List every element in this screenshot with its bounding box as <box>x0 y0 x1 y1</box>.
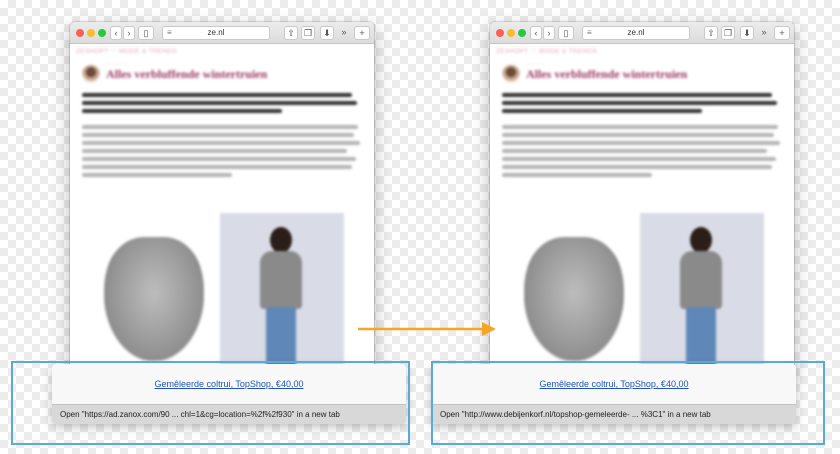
body-line <box>82 141 360 145</box>
close-window-button[interactable] <box>496 29 504 37</box>
link-hover-popup: Gemêleerde coltrui, TopShop, €40,00 Open… <box>432 364 796 424</box>
body-line <box>82 157 356 161</box>
intro-line <box>502 101 777 105</box>
back-chevron-icon[interactable]: ‹ <box>110 26 122 40</box>
body-line <box>502 141 780 145</box>
forward-chevron-icon[interactable]: › <box>543 26 555 40</box>
model-legs <box>686 307 716 372</box>
model-head <box>270 227 292 253</box>
link-hover-popup: Gemêleerde coltrui, TopShop, €40,00 Open… <box>52 364 406 424</box>
intro-line <box>502 109 702 113</box>
body-line <box>82 149 347 153</box>
post-meta: — — — — <box>106 61 126 66</box>
body-line <box>502 157 776 161</box>
overflow-icon[interactable]: » <box>758 26 770 40</box>
browser-toolbar: ‹ › ▯ ≡ ze.nl ⇧ ❐ ⬇ » + <box>490 22 794 44</box>
browser-toolbar: ‹ › ▯ ≡ ze.nl ⇧ ❐ ⬇ » + <box>70 22 374 44</box>
browser-window: ‹ › ▯ ≡ ze.nl ⇧ ❐ ⬇ » + ZESHOPT ♡ MODE &… <box>490 22 794 372</box>
reader-menu-icon[interactable]: ≡ <box>167 27 172 39</box>
body-line <box>82 133 354 137</box>
intro-line <box>82 93 352 97</box>
download-icon[interactable]: ⬇ <box>740 26 754 40</box>
close-window-button[interactable] <box>76 29 84 37</box>
sweater-product-image[interactable] <box>524 237 624 361</box>
panel-before: ‹ › ▯ ≡ ze.nl ⇧ ❐ ⬇ » + ZESHOPT ♡ MODE &… <box>0 0 410 454</box>
body-line <box>502 149 767 153</box>
back-chevron-icon[interactable]: ‹ <box>530 26 542 40</box>
status-bar: Open "https://ad.zanox.com/90 ... chl=1&… <box>52 404 406 424</box>
intro-line <box>502 93 772 97</box>
address-text: ze.nl <box>627 28 645 37</box>
body-line <box>82 173 232 177</box>
tabs-icon[interactable]: ❐ <box>721 26 735 40</box>
author-avatar <box>82 65 100 83</box>
address-text: ze.nl <box>207 28 225 37</box>
body-line <box>502 165 772 169</box>
body-line <box>82 165 352 169</box>
model-body <box>260 251 302 309</box>
share-icon[interactable]: ⇧ <box>284 26 298 40</box>
transition-arrow-icon <box>358 322 496 336</box>
page-content: ZESHOPT ♡ MODE & TRENDS — — — — Alles ve… <box>70 45 374 372</box>
site-brand: ZESHOPT ♡ MODE & TRENDS <box>76 48 177 55</box>
address-bar[interactable]: ≡ ze.nl <box>162 26 270 40</box>
minimize-window-button[interactable] <box>87 29 95 37</box>
page-content: ZESHOPT ♡ MODE & TRENDS — — — — Alles ve… <box>490 45 794 372</box>
sidebar-icon[interactable]: ▯ <box>558 26 574 40</box>
status-url-text: Open "http://www.debijenkorf.nl/topshop-… <box>440 410 711 419</box>
site-brand: ZESHOPT ♡ MODE & TRENDS <box>496 48 597 55</box>
body-line <box>502 125 778 129</box>
product-link[interactable]: Gemêleerde coltrui, TopShop, €40,00 <box>432 379 796 389</box>
new-tab-plus-icon[interactable]: + <box>774 26 790 40</box>
post-meta: — — — — <box>526 61 546 66</box>
model-product-image[interactable] <box>220 213 344 372</box>
tabs-icon[interactable]: ❐ <box>301 26 315 40</box>
panel-after: ‹ › ▯ ≡ ze.nl ⇧ ❐ ⬇ » + ZESHOPT ♡ MODE &… <box>420 0 830 454</box>
sweater-product-image[interactable] <box>104 237 204 361</box>
model-product-image[interactable] <box>640 213 764 372</box>
new-tab-plus-icon[interactable]: + <box>354 26 370 40</box>
status-bar: Open "http://www.debijenkorf.nl/topshop-… <box>432 404 796 424</box>
body-line <box>502 133 774 137</box>
model-body <box>680 251 722 309</box>
download-icon[interactable]: ⬇ <box>320 26 334 40</box>
intro-line <box>82 101 357 105</box>
forward-chevron-icon[interactable]: › <box>123 26 135 40</box>
product-link[interactable]: Gemêleerde coltrui, TopShop, €40,00 <box>52 379 406 389</box>
post-title: Alles verbluffende wintertruien <box>526 67 688 81</box>
model-legs <box>266 307 296 372</box>
overflow-icon[interactable]: » <box>338 26 350 40</box>
body-line <box>82 125 358 129</box>
reader-menu-icon[interactable]: ≡ <box>587 27 592 39</box>
post-title: Alles verbluffende wintertruien <box>106 67 268 81</box>
share-icon[interactable]: ⇧ <box>704 26 718 40</box>
intro-line <box>82 109 282 113</box>
author-avatar <box>502 65 520 83</box>
body-line <box>502 173 652 177</box>
minimize-window-button[interactable] <box>507 29 515 37</box>
sidebar-icon[interactable]: ▯ <box>138 26 154 40</box>
address-bar[interactable]: ≡ ze.nl <box>582 26 690 40</box>
model-head <box>690 227 712 253</box>
zoom-window-button[interactable] <box>98 29 106 37</box>
browser-window: ‹ › ▯ ≡ ze.nl ⇧ ❐ ⬇ » + ZESHOPT ♡ MODE &… <box>70 22 374 372</box>
status-url-text: Open "https://ad.zanox.com/90 ... chl=1&… <box>60 410 340 419</box>
zoom-window-button[interactable] <box>518 29 526 37</box>
arrow-head <box>482 322 496 336</box>
